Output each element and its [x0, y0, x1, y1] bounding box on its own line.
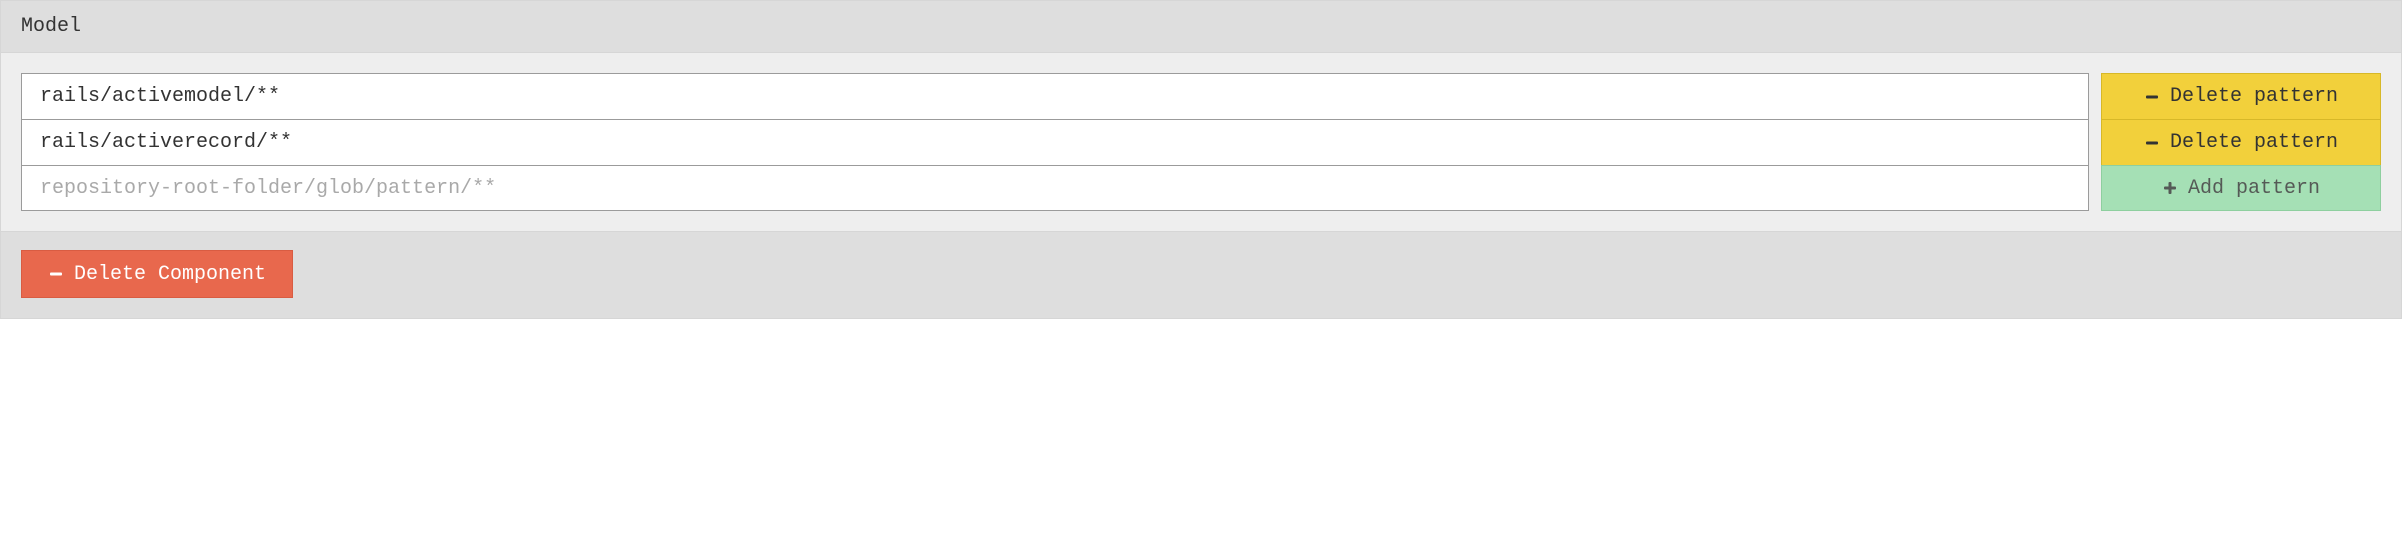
- minus-icon: [48, 266, 64, 282]
- pattern-row: Delete pattern: [21, 73, 2381, 119]
- pattern-input[interactable]: [21, 119, 2089, 165]
- minus-icon: [2144, 135, 2160, 151]
- component-panel: Model Delete pattern: [0, 0, 2402, 319]
- pattern-input-wrapper: [21, 119, 2089, 165]
- pattern-row: Delete pattern: [21, 119, 2381, 165]
- delete-pattern-label: Delete pattern: [2170, 85, 2338, 108]
- new-pattern-row: Add pattern: [21, 165, 2381, 211]
- delete-pattern-label: Delete pattern: [2170, 131, 2338, 154]
- plus-icon: [2162, 180, 2178, 196]
- panel-body: Delete pattern Delete pattern: [1, 53, 2401, 231]
- minus-icon: [2144, 89, 2160, 105]
- pattern-rows: Delete pattern Delete pattern: [21, 73, 2381, 211]
- new-pattern-input-wrapper: [21, 165, 2089, 211]
- delete-component-button[interactable]: Delete Component: [21, 250, 293, 298]
- add-pattern-label: Add pattern: [2188, 177, 2320, 200]
- delete-pattern-button[interactable]: Delete pattern: [2101, 73, 2381, 119]
- new-pattern-input[interactable]: [21, 165, 2089, 211]
- pattern-input[interactable]: [21, 73, 2089, 119]
- delete-pattern-button[interactable]: Delete pattern: [2101, 119, 2381, 165]
- add-pattern-button[interactable]: Add pattern: [2101, 165, 2381, 211]
- delete-component-label: Delete Component: [74, 263, 266, 286]
- panel-title: Model: [1, 1, 2401, 53]
- panel-footer: Delete Component: [1, 231, 2401, 318]
- pattern-input-wrapper: [21, 73, 2089, 119]
